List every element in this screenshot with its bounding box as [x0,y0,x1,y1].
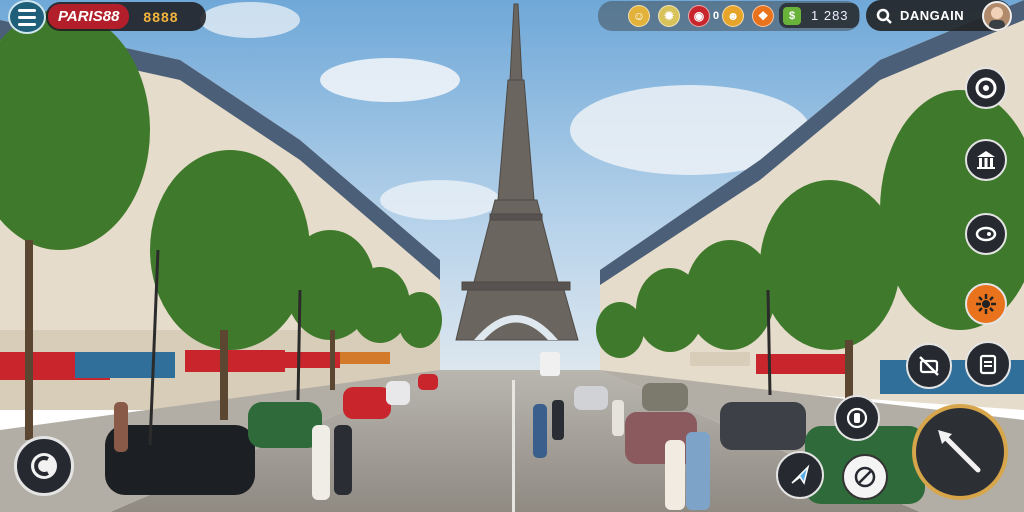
joystick-icon [31,453,57,479]
gear-token-icon[interactable]: ✹ [658,5,680,27]
map-icon [979,354,997,375]
menu-button[interactable] [8,0,46,34]
menu-icon-bar [18,22,36,26]
temple-button[interactable] [965,139,1007,181]
joystick-button[interactable] [14,436,74,496]
menu-icon-bar [18,8,36,12]
city-score: 8888 [143,8,179,25]
skill-icon [854,466,876,488]
cash-display[interactable]: $ 1 283 [779,3,859,28]
cloud [320,58,460,102]
gold-coin-icon[interactable]: ☺ [628,5,650,27]
spear-icon [938,430,981,473]
search-icon [876,8,892,24]
arrow-button[interactable] [776,451,824,499]
attack-button[interactable] [912,404,1008,500]
cash-icon: $ [783,6,801,25]
cash-value: 1 283 [811,8,849,23]
city-bar: PARIS88 8888 [46,2,206,31]
lane-marking [512,380,515,512]
cloud [200,2,300,38]
burst-icon [976,294,996,314]
yellow-coin-icon[interactable]: ☻ [722,5,745,27]
swipe-button[interactable] [965,213,1007,255]
no-camera-button[interactable] [906,343,952,389]
avatar[interactable] [982,1,1012,31]
target-icon [846,407,868,429]
camera-button[interactable] [965,67,1007,109]
arrow-icon [791,464,810,485]
no-camera-icon [919,356,939,376]
target-button[interactable] [834,395,880,441]
red-gem-count: 0 [713,10,720,22]
menu-icon-bar [18,15,36,19]
camera-icon [975,77,997,99]
player-search[interactable]: DANGAIN [866,0,1012,31]
burst-button[interactable] [965,283,1007,325]
skill-button[interactable] [842,454,888,500]
red-gem-icon[interactable]: ◉ [688,5,710,27]
orange-badge-icon[interactable]: ❖ [752,5,775,27]
map-button[interactable] [965,341,1011,387]
player-name: DANGAIN [900,8,965,23]
swipe-icon [975,226,997,242]
temple-icon [977,151,995,169]
cloud [380,180,500,220]
city-name[interactable]: PARIS88 [48,4,130,29]
